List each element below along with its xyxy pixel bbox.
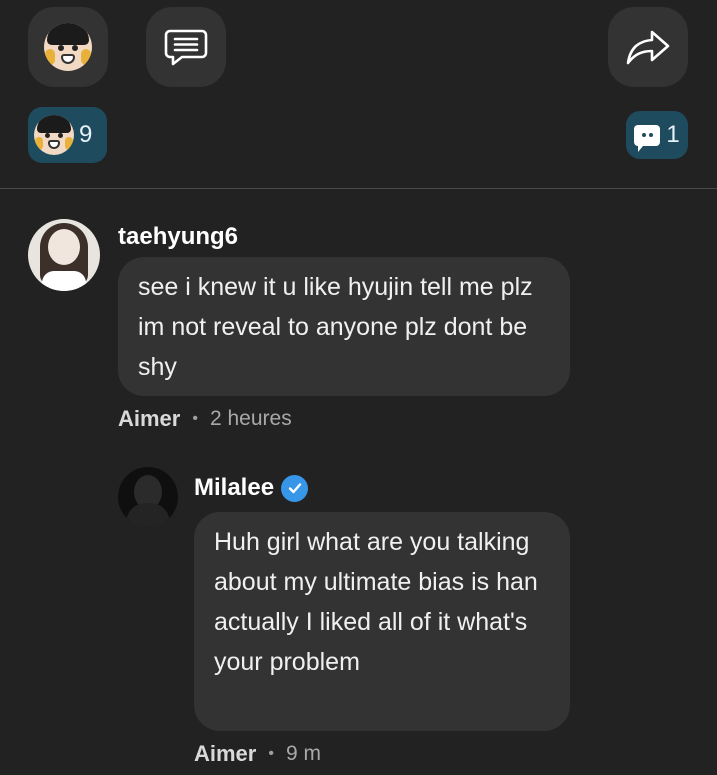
reply-username[interactable]: Milalee: [194, 474, 274, 502]
separator-dot: •: [268, 745, 274, 762]
reply-username-row: Milalee: [194, 474, 309, 502]
comment-meta: Aimer • 2 heures: [118, 406, 292, 432]
emoji-reaction-icon: [34, 115, 74, 155]
reaction-count-badge[interactable]: 9: [28, 107, 107, 163]
comment-button[interactable]: [146, 7, 226, 87]
comment-timestamp: 2 heures: [209, 407, 292, 430]
comment-count-badge[interactable]: 1: [626, 111, 688, 159]
separator-dot: •: [192, 410, 198, 427]
emoji-reaction-icon: [44, 23, 92, 71]
reply-meta: Aimer • 9 m: [194, 741, 321, 767]
comment-username[interactable]: taehyung6: [118, 223, 238, 251]
reply-timestamp: 9 m: [285, 742, 321, 765]
comment-bubble-icon: [634, 124, 661, 152]
like-button[interactable]: Aimer: [118, 406, 180, 432]
reply-text: Huh girl what are you talking about my u…: [194, 512, 570, 731]
comment-count: 1: [666, 121, 680, 148]
share-button[interactable]: [608, 7, 688, 87]
avatar[interactable]: [118, 467, 178, 527]
share-arrow-icon: [626, 30, 670, 65]
verified-check-icon: [281, 474, 309, 502]
comment-text: see i knew it u like hyujin tell me plz …: [118, 257, 570, 396]
divider: [0, 188, 717, 189]
comment-icon: [164, 29, 208, 66]
avatar[interactable]: [28, 219, 100, 291]
like-button[interactable]: Aimer: [194, 741, 256, 767]
reaction-button[interactable]: [28, 7, 108, 87]
reaction-count: 9: [79, 121, 93, 148]
